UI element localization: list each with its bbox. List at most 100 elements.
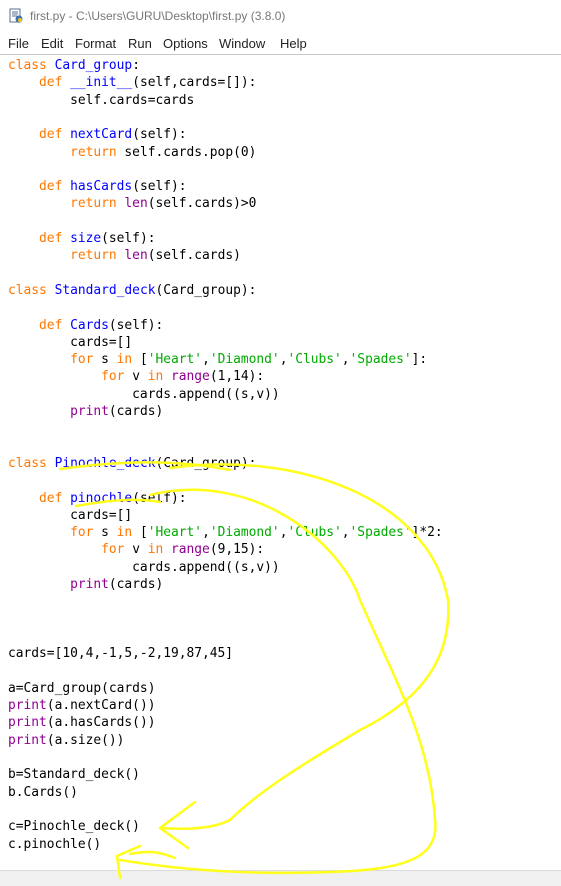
code-line: print(a.size()) (8, 732, 124, 749)
code-token: 'Spades' (349, 352, 412, 368)
code-token: def (39, 179, 71, 195)
code-token: (self): (108, 317, 164, 333)
code-token: hasCards (70, 179, 133, 195)
code-line: cards.append((s,v)) (8, 559, 280, 576)
menu-window[interactable]: Window (219, 36, 265, 51)
code-line: return len(self.cards) (8, 247, 241, 264)
code-line: for s in ['Heart','Diamond','Clubs','Spa… (8, 524, 443, 541)
code-token: c.pinochle() (8, 836, 102, 852)
code-token: ]: (411, 352, 428, 368)
code-token: s (101, 525, 117, 541)
code-line: class Pinochle_deck(Card_group): (8, 455, 256, 472)
code-line: class Standard_deck(Card_group): (8, 282, 256, 299)
window-title: first.py - C:\Users\GURU\Desktop\first.p… (30, 9, 286, 23)
menu-format[interactable]: Format (75, 36, 116, 51)
code-token: (Card_group): (155, 282, 257, 298)
code-line: for v in range(9,15): (8, 541, 264, 558)
code-token: def (39, 75, 71, 91)
code-token: , (202, 352, 210, 368)
code-token: return (70, 144, 125, 160)
code-line: c.pinochle() (8, 836, 101, 853)
code-token: (Card_group): (155, 455, 257, 471)
code-token: (self,cards=[]): (132, 75, 257, 91)
code-line: print(a.hasCards()) (8, 714, 155, 731)
code-token: , (341, 525, 350, 541)
code-line: print(a.nextCard()) (8, 697, 155, 714)
code-token: (1,14): (209, 369, 265, 385)
code-token: (self): (132, 127, 187, 143)
menu-options[interactable]: Options (163, 36, 208, 51)
code-token: s (101, 352, 117, 368)
menu-help[interactable]: Help (280, 36, 307, 51)
code-token: print (8, 715, 47, 731)
code-line: cards=[] (8, 334, 132, 351)
code-token: in (147, 369, 172, 385)
code-token: Standard_deck (54, 282, 156, 298)
code-line: def hasCards(self): (8, 178, 186, 195)
code-token: class (8, 282, 55, 298)
menu-run[interactable]: Run (128, 36, 152, 51)
code-token: (self): (101, 231, 156, 246)
code-token: self.cards=cards (8, 92, 195, 108)
code-token: cards=[] (8, 334, 133, 350)
code-token: nextCard (70, 127, 133, 143)
code-token: [ (139, 352, 148, 368)
code-token: range (171, 542, 210, 558)
code-token: c=Pinochle_deck() (8, 819, 140, 835)
code-token: Pinochle_deck (54, 455, 156, 471)
code-token: (cards) (108, 577, 164, 592)
python-file-icon (9, 8, 23, 23)
code-token: class (8, 455, 55, 471)
code-token: return (70, 248, 125, 264)
code-line: class Card_group: (8, 57, 140, 74)
code-token: 'Diamond' (209, 525, 280, 541)
code-token: b=Standard_deck() (8, 767, 140, 783)
code-token: 'Diamond' (209, 352, 280, 368)
code-line: return self.cards.pop(0) (8, 144, 256, 161)
menu-file[interactable]: File (8, 36, 29, 51)
code-line: print(cards) (8, 403, 163, 420)
code-token: cards.append((s,v)) (8, 559, 280, 575)
code-token: def (39, 231, 71, 246)
code-token: (cards) (108, 404, 164, 419)
code-token: (a.nextCard()) (46, 698, 156, 714)
code-token: 'Heart' (147, 525, 203, 541)
code-token: for (70, 525, 102, 541)
code-line: cards=[] (8, 507, 132, 524)
code-line: cards=[10,4,-1,5,-2,19,87,45] (8, 645, 233, 662)
code-token: a=Card_group(cards) (8, 680, 156, 696)
code-token: cards.append((s,v)) (8, 386, 280, 402)
code-token: print (8, 698, 47, 714)
code-token: pinochle (70, 490, 133, 506)
code-line: b.Cards() (8, 784, 78, 801)
code-token: in (116, 525, 140, 541)
code-token: range (171, 369, 210, 385)
code-token: (a.hasCards()) (46, 715, 156, 731)
code-token: print (70, 404, 109, 419)
code-token: 'Clubs' (287, 525, 342, 541)
menu-edit[interactable]: Edit (41, 36, 63, 51)
code-line: return len(self.cards)>0 (8, 195, 256, 212)
status-bar (0, 870, 561, 886)
code-editor[interactable]: class Card_group: def __init__(self,card… (0, 55, 561, 870)
code-token: class (8, 58, 55, 73)
code-token: len (124, 196, 148, 212)
code-line: self.cards=cards (8, 92, 194, 109)
code-token: def (39, 317, 71, 333)
code-token: v (132, 369, 148, 385)
code-token: 'Clubs' (287, 352, 342, 368)
code-token: b.Cards() (8, 784, 78, 800)
code-token: , (202, 525, 210, 541)
code-line: c=Pinochle_deck() (8, 818, 140, 835)
code-token: for (101, 369, 133, 385)
code-token: in (147, 542, 172, 558)
